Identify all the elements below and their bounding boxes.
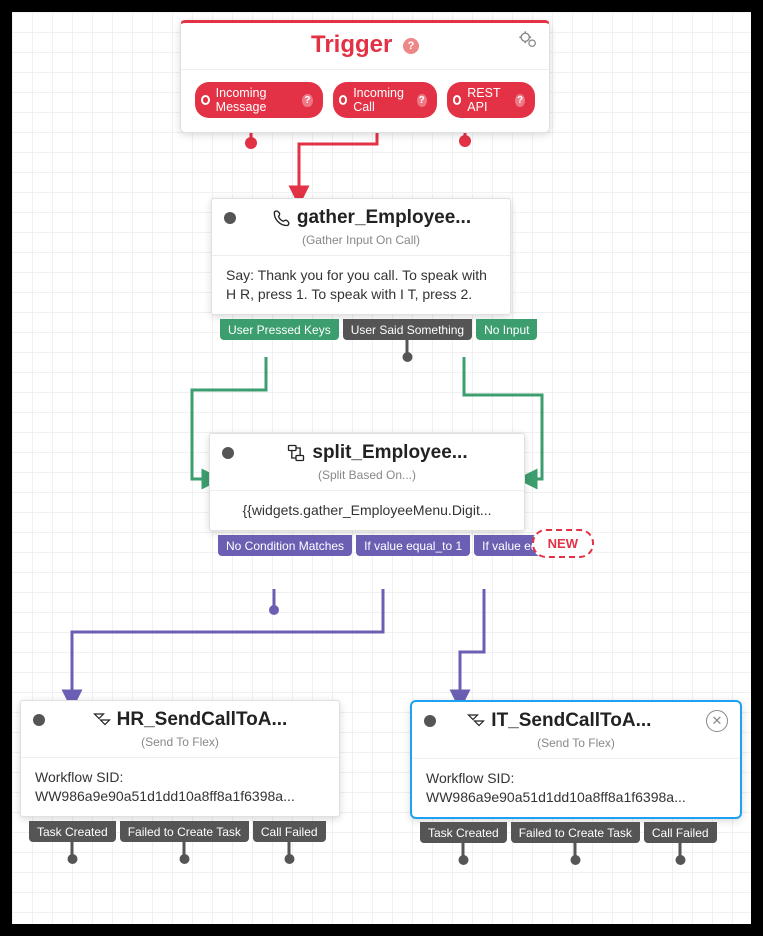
body-label: Workflow SID: — [426, 769, 726, 788]
gear-icon[interactable] — [517, 29, 539, 56]
widget-header[interactable]: gather_Employee... — [212, 199, 510, 233]
widget-title-text: gather_Employee... — [297, 207, 471, 229]
tab-call-failed[interactable]: Call Failed — [253, 821, 326, 842]
port-circle-icon — [201, 95, 210, 105]
tab-equal-1[interactable]: If value equal_to 1 — [356, 535, 470, 556]
output-tabs: Task Created Failed to Create Task Call … — [420, 822, 717, 843]
help-icon[interactable]: ? — [403, 38, 419, 54]
widget-body: {{widgets.gather_EmployeeMenu.Digit... — [210, 491, 524, 530]
flow-canvas[interactable]: Trigger ? Incoming Message ? Incoming C — [12, 12, 751, 924]
tab-failed-create[interactable]: Failed to Create Task — [511, 822, 640, 843]
port-label: Incoming Call — [353, 86, 411, 114]
tab-task-created[interactable]: Task Created — [420, 822, 507, 843]
tab-label: Call Failed — [261, 825, 318, 839]
widget-header[interactable]: IT_SendCallToA... ✕ — [412, 702, 740, 736]
widget-body: Workflow SID: WW986a9e90a51d1dd10a8ff8a1… — [412, 759, 740, 817]
tab-task-created[interactable]: Task Created — [29, 821, 116, 842]
output-tabs: User Pressed Keys User Said Something No… — [220, 319, 537, 340]
flex-icon — [467, 712, 485, 730]
close-icon[interactable]: ✕ — [706, 710, 728, 732]
body-value: WW986a9e90a51d1dd10a8ff8a1f6398a... — [35, 787, 325, 806]
tab-label: Failed to Create Task — [128, 825, 241, 839]
phone-icon — [271, 208, 291, 228]
help-icon[interactable]: ? — [515, 94, 525, 107]
port-circle-icon — [453, 95, 462, 105]
tab-label: User Pressed Keys — [228, 323, 331, 337]
widget-title: HR_SendCallToA... — [93, 709, 288, 731]
hr-send-widget[interactable]: HR_SendCallToA... (Send To Flex) Workflo… — [20, 700, 340, 817]
widget-subtitle: (Split Based On...) — [210, 468, 524, 491]
body-label: Workflow SID: — [35, 768, 325, 787]
body-value: WW986a9e90a51d1dd10a8ff8a1f6398a... — [426, 788, 726, 807]
new-condition-button[interactable]: NEW — [532, 529, 594, 558]
widget-header[interactable]: HR_SendCallToA... — [21, 701, 339, 735]
port-incoming-message[interactable]: Incoming Message ? — [195, 82, 323, 118]
tab-label: No Condition Matches — [226, 539, 344, 553]
tab-user-pressed-keys[interactable]: User Pressed Keys — [220, 319, 339, 340]
widget-body: Workflow SID: WW986a9e90a51d1dd10a8ff8a1… — [21, 758, 339, 816]
grip-icon[interactable] — [33, 714, 45, 726]
widget-subtitle: (Send To Flex) — [412, 736, 740, 759]
flex-icon — [93, 711, 111, 729]
widget-title-text: HR_SendCallToA... — [117, 709, 288, 731]
split-icon — [286, 443, 306, 463]
tab-no-match[interactable]: No Condition Matches — [218, 535, 352, 556]
tab-label: If value equal_to 1 — [364, 539, 462, 553]
grip-icon[interactable] — [224, 212, 236, 224]
tab-label: Task Created — [37, 825, 108, 839]
trigger-title-text: Trigger — [311, 31, 392, 58]
tab-failed-create[interactable]: Failed to Create Task — [120, 821, 249, 842]
gather-widget[interactable]: gather_Employee... (Gather Input On Call… — [211, 198, 511, 315]
tab-label: Call Failed — [652, 826, 709, 840]
widget-title-text: IT_SendCallToA... — [491, 710, 651, 732]
trigger-title: Trigger ? — [181, 23, 549, 70]
port-incoming-call[interactable]: Incoming Call ? — [333, 82, 437, 118]
help-icon[interactable]: ? — [302, 94, 312, 107]
help-icon[interactable]: ? — [417, 94, 427, 107]
widget-title: gather_Employee... — [271, 207, 471, 229]
split-widget[interactable]: split_Employee... (Split Based On...) {{… — [209, 433, 525, 531]
tab-label: No Input — [484, 323, 529, 337]
tab-user-said-something[interactable]: User Said Something — [343, 319, 472, 340]
grip-icon[interactable] — [222, 447, 234, 459]
widget-body: Say: Thank you for you call. To speak wi… — [212, 256, 510, 314]
widget-title: split_Employee... — [286, 442, 467, 464]
port-circle-icon — [339, 95, 348, 105]
tab-label: Task Created — [428, 826, 499, 840]
grip-icon[interactable] — [424, 715, 436, 727]
widget-title-text: split_Employee... — [312, 442, 467, 464]
port-label: REST API — [467, 86, 510, 114]
tab-label: Failed to Create Task — [519, 826, 632, 840]
port-label: Incoming Message — [216, 86, 298, 114]
trigger-ports: Incoming Message ? Incoming Call ? REST … — [181, 70, 549, 132]
it-send-widget[interactable]: IT_SendCallToA... ✕ (Send To Flex) Workf… — [410, 700, 742, 819]
widget-subtitle: (Send To Flex) — [21, 735, 339, 758]
port-rest-api[interactable]: REST API ? — [447, 82, 535, 118]
widget-title: IT_SendCallToA... — [467, 710, 651, 732]
tab-call-failed[interactable]: Call Failed — [644, 822, 717, 843]
widget-header[interactable]: split_Employee... — [210, 434, 524, 468]
output-tabs: Task Created Failed to Create Task Call … — [29, 821, 326, 842]
widget-subtitle: (Gather Input On Call) — [212, 233, 510, 256]
trigger-node[interactable]: Trigger ? Incoming Message ? Incoming C — [180, 20, 550, 133]
tab-label: User Said Something — [351, 323, 464, 337]
tab-no-input[interactable]: No Input — [476, 319, 537, 340]
